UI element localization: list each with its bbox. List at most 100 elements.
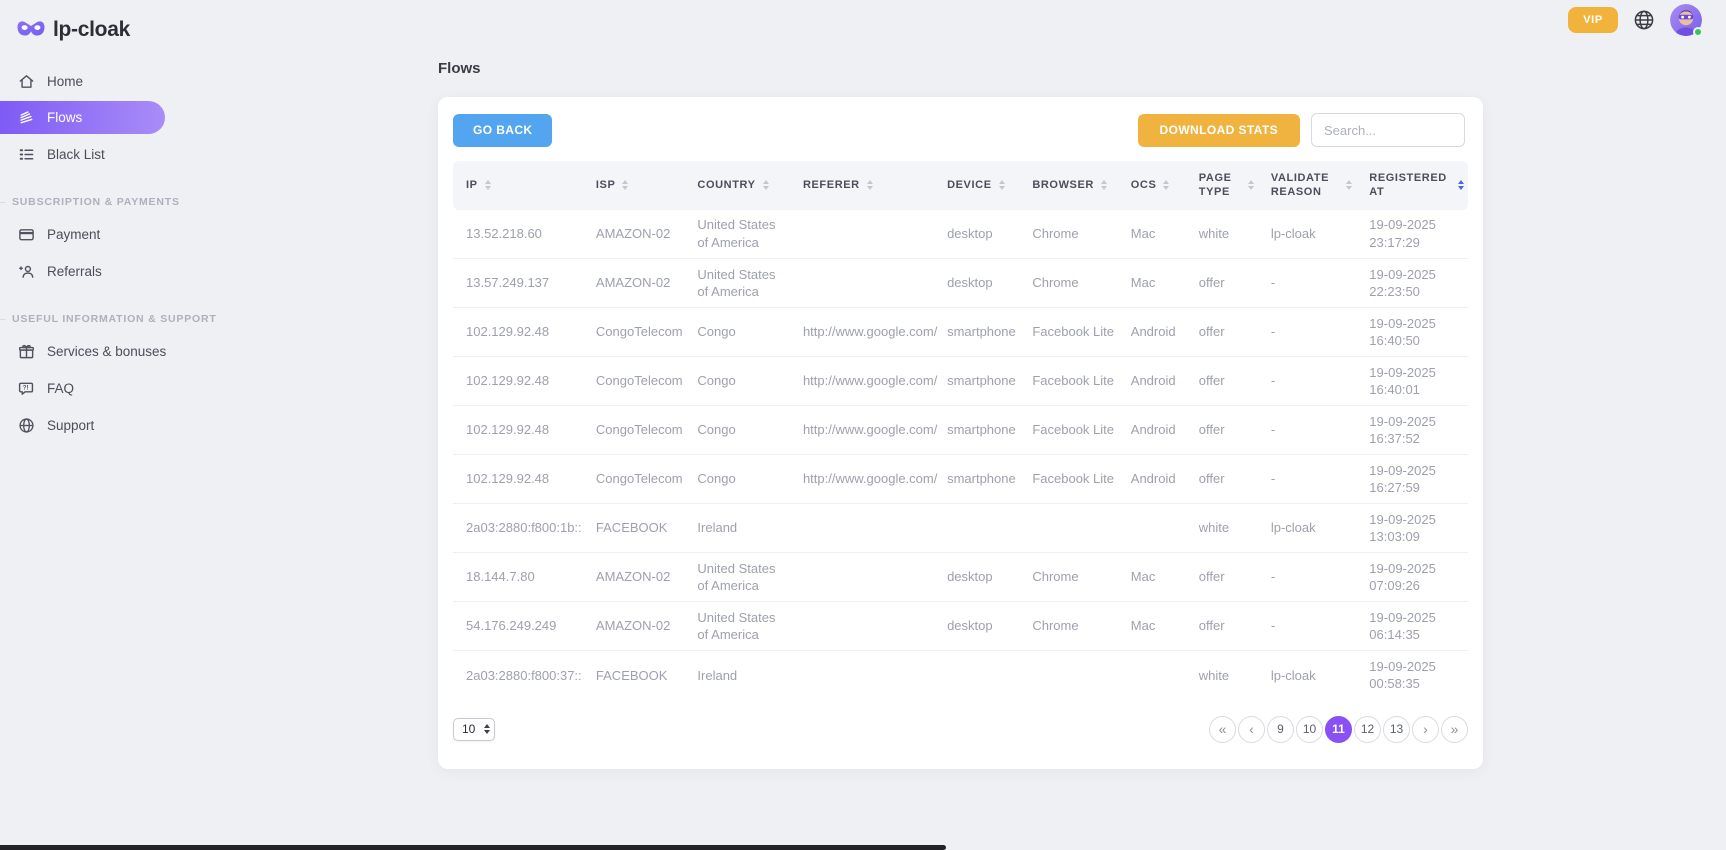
sidebar-item-label: Support xyxy=(47,418,94,433)
page-9[interactable]: 9 xyxy=(1267,716,1294,743)
sidebar-item-payment[interactable]: Payment xyxy=(0,217,182,251)
column-header-page_type[interactable]: PAGE TYPE xyxy=(1186,161,1258,210)
cell-browser: Chrome xyxy=(1019,259,1117,308)
logo[interactable]: lp-cloak xyxy=(0,12,182,48)
cell-ocs xyxy=(1118,504,1186,553)
cell-browser: Chrome xyxy=(1019,553,1117,602)
sidebar: lp-cloak Home Flows Black List SUBSCRIPT… xyxy=(0,0,182,850)
column-label: COUNTRY xyxy=(697,178,755,192)
sort-icon[interactable] xyxy=(867,180,873,190)
language-globe-icon[interactable] xyxy=(1633,9,1655,31)
page-next[interactable]: › xyxy=(1412,716,1439,743)
cell-registered_at: 19-09-2025 13:03:09 xyxy=(1356,504,1468,553)
table-body: 13.52.218.60AMAZON-02United States of Am… xyxy=(453,210,1468,700)
go-back-button[interactable]: GO BACK xyxy=(453,114,552,147)
page-12[interactable]: 12 xyxy=(1354,716,1381,743)
sort-icon[interactable] xyxy=(1101,180,1107,190)
cell-ip: 2a03:2880:f800:1b:: xyxy=(453,504,583,553)
cell-page_type: offer xyxy=(1186,357,1258,406)
cell-device xyxy=(934,504,1019,553)
cell-page_type: offer xyxy=(1186,406,1258,455)
cell-referer: http://www.google.com/ xyxy=(790,357,934,406)
black-list-icon xyxy=(18,146,35,163)
page-first[interactable]: « xyxy=(1209,716,1236,743)
cell-ocs: Android xyxy=(1118,455,1186,504)
cell-referer: http://www.google.com/ xyxy=(790,308,934,357)
page-size-select-wrap: 10 xyxy=(453,718,495,741)
sort-icon[interactable] xyxy=(1163,180,1169,190)
sort-icon[interactable] xyxy=(622,180,628,190)
card-toolbar: GO BACK DOWNLOAD STATS xyxy=(438,97,1483,161)
column-header-device[interactable]: DEVICE xyxy=(934,161,1019,210)
sort-icon[interactable] xyxy=(1346,180,1352,190)
cell-validate_reason: lp-cloak xyxy=(1258,504,1356,553)
page-prev[interactable]: ‹ xyxy=(1238,716,1265,743)
cell-ip: 102.129.92.48 xyxy=(453,357,583,406)
cell-validate_reason: lp-cloak xyxy=(1258,210,1356,259)
cell-referer xyxy=(790,602,934,651)
flows-card: GO BACK DOWNLOAD STATS IPISP COUNTRY REFER… xyxy=(438,97,1483,769)
cell-isp: CongoTelecom xyxy=(583,357,685,406)
column-header-validate_reason[interactable]: VALIDATE REASON xyxy=(1258,161,1356,210)
sidebar-item-faq[interactable]: ?! FAQ xyxy=(0,371,182,405)
card-footer: 10 «‹910111213›» xyxy=(438,700,1483,763)
cell-page_type: offer xyxy=(1186,602,1258,651)
column-label: REFERER xyxy=(803,178,860,192)
column-header-ocs[interactable]: OCS xyxy=(1118,161,1186,210)
column-header-country[interactable]: COUNTRY xyxy=(684,161,790,210)
home-icon xyxy=(18,73,35,90)
payment-icon xyxy=(18,226,35,243)
toolbar-right: DOWNLOAD STATS xyxy=(1138,113,1465,147)
cell-country: United States of America xyxy=(684,210,790,259)
cell-ocs: Mac xyxy=(1118,602,1186,651)
sidebar-item-black-list[interactable]: Black List xyxy=(0,137,182,171)
column-header-registered_at[interactable]: REGISTERED AT xyxy=(1356,161,1468,210)
sidebar-item-support[interactable]: Support xyxy=(0,408,182,442)
column-header-referer[interactable]: REFERER xyxy=(790,161,934,210)
sidebar-item-referrals[interactable]: Referrals xyxy=(0,254,182,288)
cell-browser: Chrome xyxy=(1019,602,1117,651)
horizontal-scrollbar[interactable] xyxy=(0,845,946,850)
cell-ip: 102.129.92.48 xyxy=(453,308,583,357)
download-stats-button[interactable]: DOWNLOAD STATS xyxy=(1138,114,1300,147)
flows-table: IPISP COUNTRY REFERER DEVICEBROWSER OCS PAGE … xyxy=(453,161,1468,700)
sort-icon-active[interactable] xyxy=(1458,180,1464,190)
vip-button[interactable]: VIP xyxy=(1568,7,1618,33)
sidebar-item-flows[interactable]: Flows xyxy=(0,101,165,134)
page-10[interactable]: 10 xyxy=(1296,716,1323,743)
cell-page_type: offer xyxy=(1186,259,1258,308)
pagination: «‹910111213›» xyxy=(1209,716,1468,743)
cell-country: United States of America xyxy=(684,553,790,602)
sort-icon[interactable] xyxy=(763,180,769,190)
sidebar-item-label: Home xyxy=(47,74,83,89)
cell-device xyxy=(934,651,1019,700)
page-11[interactable]: 11 xyxy=(1325,716,1352,743)
main-content: Flows GO BACK DOWNLOAD STATS IPISP COUNTR… xyxy=(438,60,1483,769)
page-last[interactable]: » xyxy=(1441,716,1468,743)
table-row: 54.176.249.249AMAZON-02United States of … xyxy=(453,602,1468,651)
page-title: Flows xyxy=(438,60,1483,77)
column-header-isp[interactable]: ISP xyxy=(583,161,685,210)
column-header-ip[interactable]: IP xyxy=(453,161,583,210)
table-row: 13.52.218.60AMAZON-02United States of Am… xyxy=(453,210,1468,259)
page-13[interactable]: 13 xyxy=(1383,716,1410,743)
sidebar-item-label: Black List xyxy=(47,147,105,162)
user-avatar[interactable] xyxy=(1670,4,1702,36)
cell-ocs: Mac xyxy=(1118,553,1186,602)
sort-icon[interactable] xyxy=(999,180,1005,190)
cell-ocs xyxy=(1118,651,1186,700)
cell-ip: 54.176.249.249 xyxy=(453,602,583,651)
sidebar-item-home[interactable]: Home xyxy=(0,64,182,98)
cell-isp: AMAZON-02 xyxy=(583,553,685,602)
table-row: 102.129.92.48CongoTelecomCongohttp://www… xyxy=(453,406,1468,455)
cell-country: Congo xyxy=(684,406,790,455)
column-header-browser[interactable]: BROWSER xyxy=(1019,161,1117,210)
column-label: OCS xyxy=(1131,178,1157,192)
sort-icon[interactable] xyxy=(1248,180,1254,190)
sort-icon[interactable] xyxy=(485,180,491,190)
sidebar-item-services-bonuses[interactable]: Services & bonuses xyxy=(0,334,182,368)
section-label-text: SUBSCRIPTION & PAYMENTS xyxy=(12,196,180,208)
page-size-select[interactable]: 10 xyxy=(453,718,495,741)
search-input[interactable] xyxy=(1311,113,1465,147)
cell-ip: 2a03:2880:f800:37:: xyxy=(453,651,583,700)
